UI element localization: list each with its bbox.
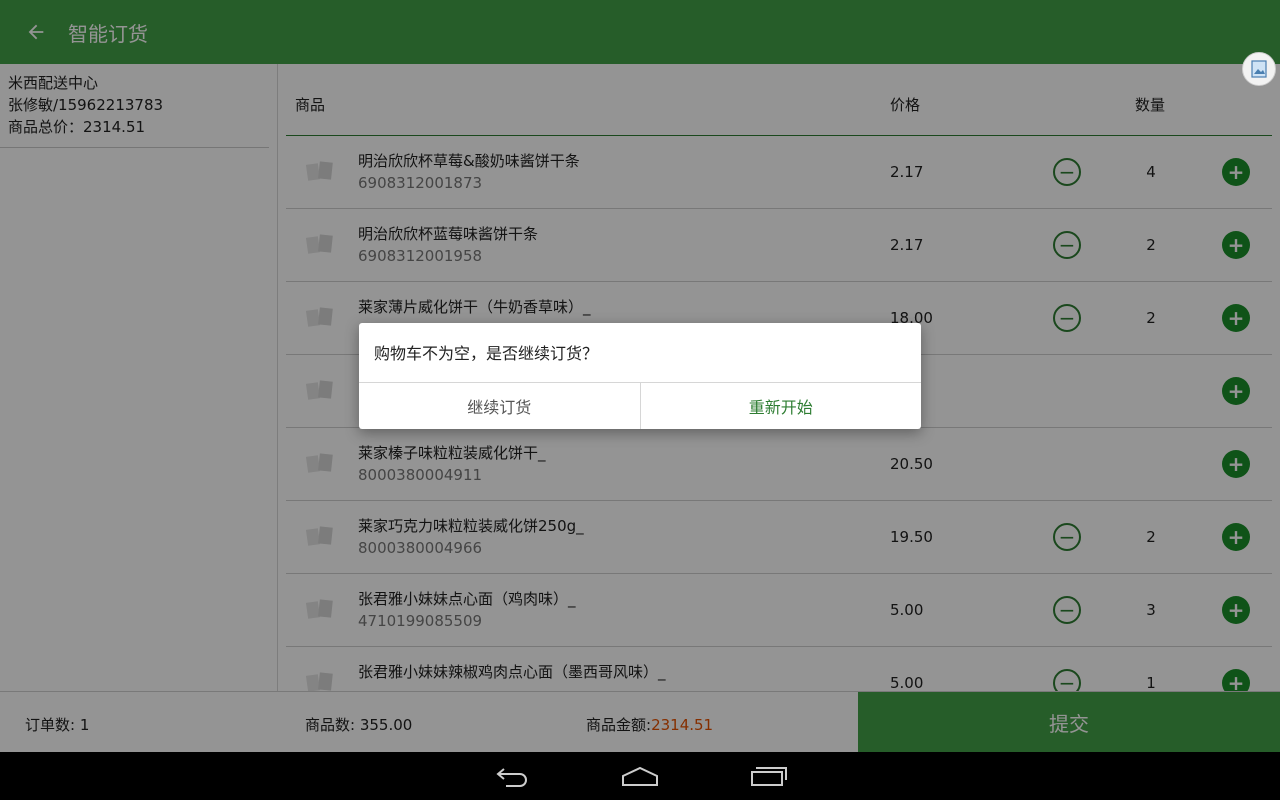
nav-back-button[interactable] — [488, 760, 536, 792]
floating-image-button[interactable] — [1242, 52, 1276, 86]
restart-button[interactable]: 重新开始 — [641, 383, 922, 429]
dialog-buttons: 继续订货 重新开始 — [359, 382, 921, 429]
system-nav-bar — [0, 752, 1280, 800]
dialog-message: 购物车不为空，是否继续订货？ — [374, 344, 599, 363]
confirm-dialog: 购物车不为空，是否继续订货？ 继续订货 重新开始 — [359, 323, 921, 429]
home-nav-icon — [622, 766, 658, 786]
image-icon — [1251, 60, 1267, 78]
recents-nav-icon — [751, 767, 787, 786]
continue-ordering-button[interactable]: 继续订货 — [359, 383, 641, 429]
back-nav-icon — [496, 768, 527, 787]
nav-recents-button[interactable] — [745, 760, 793, 792]
nav-home-button[interactable] — [616, 760, 664, 792]
